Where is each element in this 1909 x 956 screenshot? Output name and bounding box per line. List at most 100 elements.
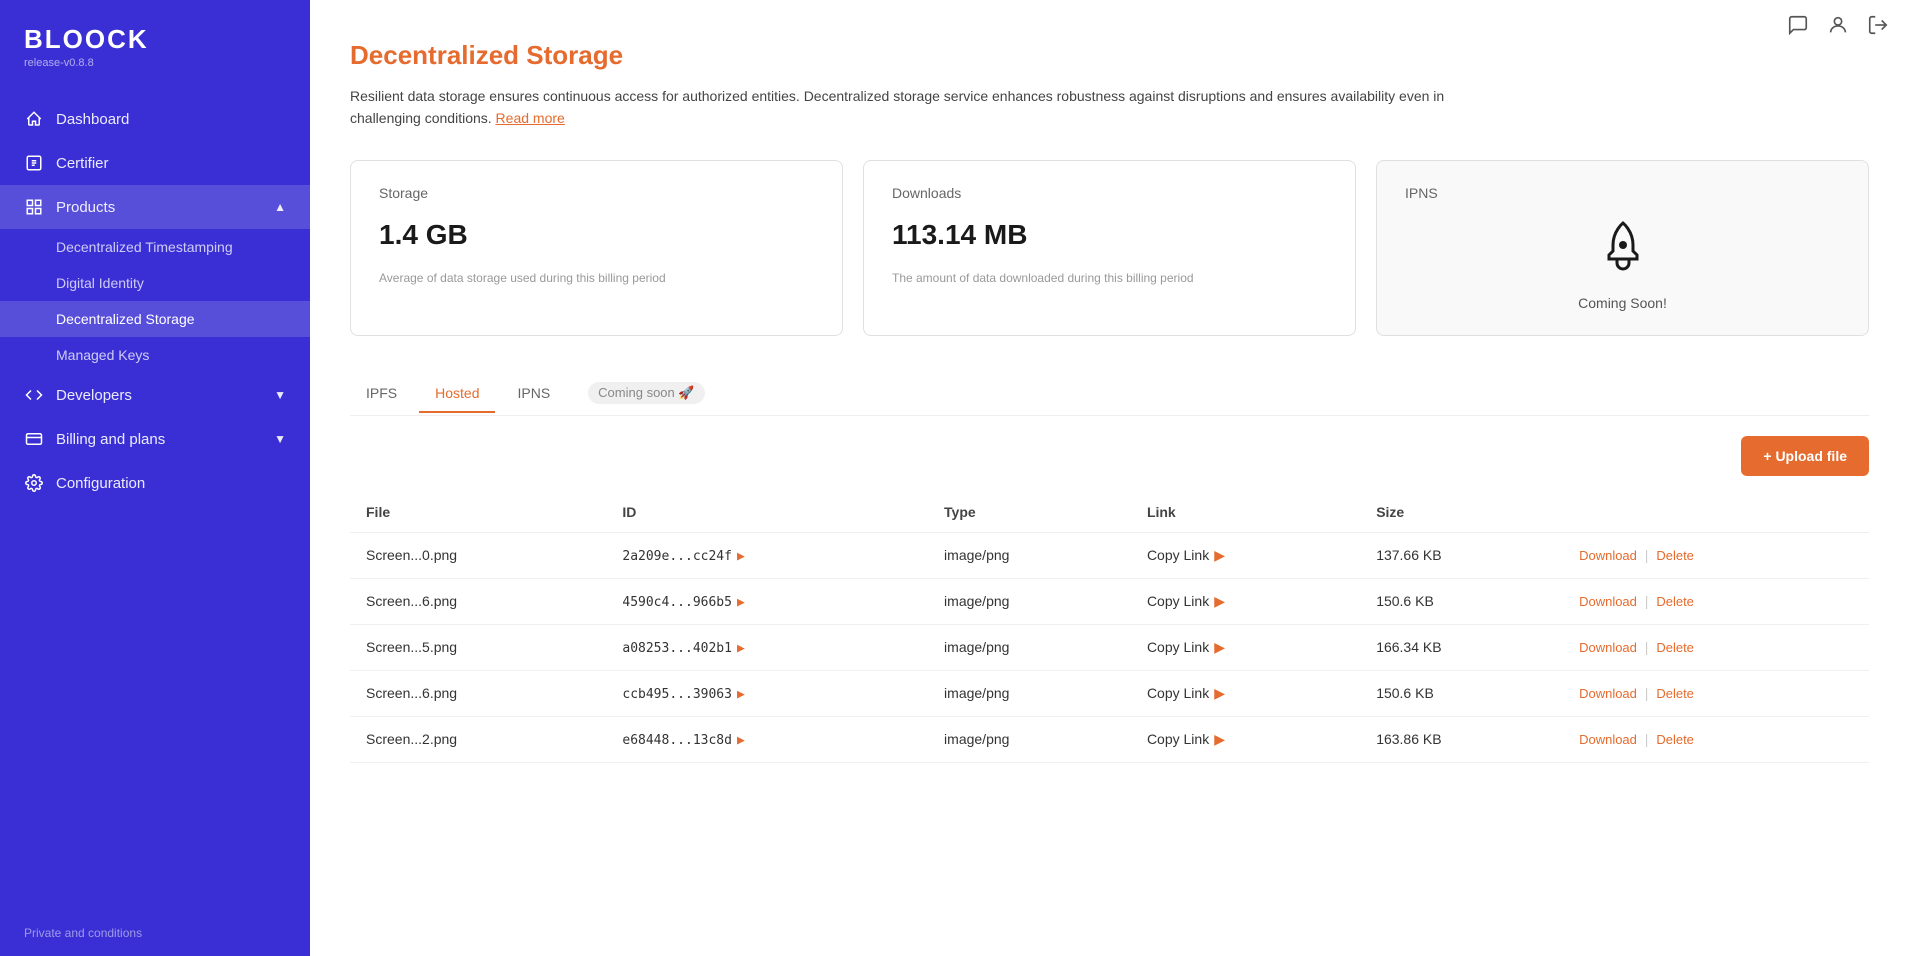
copy-icon-small[interactable]: ▶ [737, 595, 745, 610]
cell-size: 166.34 KB [1360, 624, 1563, 670]
cell-id: 4590c4...966b5 ▶ [606, 578, 928, 624]
cell-id: e68448...13c8d ▶ [606, 716, 928, 762]
cell-type: image/png [928, 532, 1131, 578]
cell-link: Copy Link ▶ [1131, 578, 1360, 624]
logout-button[interactable] [1867, 14, 1889, 36]
delete-link[interactable]: Delete [1656, 732, 1694, 747]
ipns-label: IPNS [1405, 185, 1438, 201]
copy-icon-small[interactable]: ▶ [737, 641, 745, 656]
app-version: release-v0.8.8 [24, 57, 286, 69]
col-actions [1563, 492, 1869, 533]
coming-soon-text: Coming Soon! [1578, 295, 1667, 311]
cell-id: ccb495...39063 ▶ [606, 670, 928, 716]
table-row: Screen...6.png ccb495...39063 ▶ image/pn… [350, 670, 1869, 716]
cell-file: Screen...6.png [350, 578, 606, 624]
cell-size: 150.6 KB [1360, 670, 1563, 716]
header-icons [1787, 14, 1889, 36]
sidebar-item-certifier[interactable]: Certifier [0, 141, 310, 185]
sidebar-item-billing[interactable]: Billing and plans ▼ [0, 417, 310, 461]
products-chevron-icon: ▲ [274, 200, 286, 214]
cell-type: image/png [928, 578, 1131, 624]
sidebar-item-managed-keys-label: Managed Keys [56, 347, 149, 363]
tabs-row: IPFS Hosted IPNS Coming soon 🚀 [350, 372, 1869, 416]
sidebar-item-configuration-label: Configuration [56, 475, 145, 492]
sidebar-navigation: Dashboard Certifier Products ▲ Decentral… [0, 97, 310, 910]
grid-icon [24, 197, 44, 217]
sidebar-item-products-label: Products [56, 199, 115, 216]
cell-link: Copy Link ▶ [1131, 670, 1360, 716]
rocket-icon [1599, 219, 1647, 285]
delete-link[interactable]: Delete [1656, 686, 1694, 701]
sidebar-item-billing-label: Billing and plans [56, 431, 165, 448]
col-type: Type [928, 492, 1131, 533]
copy-icon-small[interactable]: ▶ [737, 549, 745, 564]
copy-link-icon: ▶ [1214, 685, 1225, 702]
message-button[interactable] [1787, 14, 1809, 36]
sidebar-logo: BLOOCK release-v0.8.8 [0, 0, 310, 77]
sidebar-item-developers-label: Developers [56, 387, 132, 404]
products-submenu: Decentralized Timestamping Digital Ident… [0, 229, 310, 373]
file-table: File ID Type Link Size Screen...0.png 2a… [350, 492, 1869, 763]
delete-link[interactable]: Delete [1656, 640, 1694, 655]
sidebar-item-configuration[interactable]: Configuration [0, 461, 310, 505]
sidebar-item-digital-identity[interactable]: Digital Identity [0, 265, 310, 301]
certifier-icon [24, 153, 44, 173]
download-link[interactable]: Download [1579, 594, 1637, 609]
sidebar-footer[interactable]: Private and conditions [0, 910, 310, 956]
cell-type: image/png [928, 670, 1131, 716]
downloads-value: 113.14 MB [892, 219, 1327, 251]
download-link[interactable]: Download [1579, 732, 1637, 747]
sidebar-item-decentralized-storage[interactable]: Decentralized Storage [0, 301, 310, 337]
ipns-card: IPNS Coming Soon! [1376, 160, 1869, 336]
sidebar-item-products[interactable]: Products ▲ [0, 185, 310, 229]
cell-id: 2a209e...cc24f ▶ [606, 532, 928, 578]
storage-card: Storage 1.4 GB Average of data storage u… [350, 160, 843, 336]
cell-actions: Download | Delete [1563, 624, 1869, 670]
cell-file: Screen...2.png [350, 716, 606, 762]
table-row: Screen...0.png 2a209e...cc24f ▶ image/pn… [350, 532, 1869, 578]
cell-size: 163.86 KB [1360, 716, 1563, 762]
copy-link-icon: ▶ [1214, 639, 1225, 656]
storage-label: Storage [379, 185, 814, 201]
read-more-link[interactable]: Read more [496, 110, 565, 126]
sidebar-item-developers[interactable]: Developers ▼ [0, 373, 310, 417]
storage-value: 1.4 GB [379, 219, 814, 251]
home-icon [24, 109, 44, 129]
developers-chevron-icon: ▼ [274, 388, 286, 402]
sidebar-item-managed-keys[interactable]: Managed Keys [0, 337, 310, 373]
cell-file: Screen...5.png [350, 624, 606, 670]
downloads-label: Downloads [892, 185, 1327, 201]
download-link[interactable]: Download [1579, 640, 1637, 655]
sidebar: BLOOCK release-v0.8.8 Dashboard Certifie… [0, 0, 310, 956]
downloads-card: Downloads 113.14 MB The amount of data d… [863, 160, 1356, 336]
sidebar-item-certifier-label: Certifier [56, 155, 109, 172]
page-title: Decentralized Storage [350, 40, 1869, 71]
cell-size: 137.66 KB [1360, 532, 1563, 578]
copy-icon-small[interactable]: ▶ [737, 733, 745, 748]
tab-coming-soon[interactable]: Coming soon 🚀 [572, 372, 720, 416]
cell-file: Screen...6.png [350, 670, 606, 716]
download-link[interactable]: Download [1579, 686, 1637, 701]
download-link[interactable]: Download [1579, 548, 1637, 563]
cell-link: Copy Link ▶ [1131, 624, 1360, 670]
tab-hosted[interactable]: Hosted [419, 375, 495, 413]
copy-icon-small[interactable]: ▶ [737, 687, 745, 702]
sidebar-item-dashboard[interactable]: Dashboard [0, 97, 310, 141]
delete-link[interactable]: Delete [1656, 548, 1694, 563]
sidebar-item-decentralized-timestamping[interactable]: Decentralized Timestamping [0, 229, 310, 265]
tab-ipns[interactable]: IPNS [501, 375, 566, 413]
storage-description: Average of data storage used during this… [379, 271, 814, 285]
user-button[interactable] [1827, 14, 1849, 36]
cell-size: 150.6 KB [1360, 578, 1563, 624]
cell-actions: Download | Delete [1563, 578, 1869, 624]
cell-file: Screen...0.png [350, 532, 606, 578]
col-link: Link [1131, 492, 1360, 533]
delete-link[interactable]: Delete [1656, 594, 1694, 609]
copy-link-icon: ▶ [1214, 547, 1225, 564]
copy-link-icon: ▶ [1214, 731, 1225, 748]
stats-row: Storage 1.4 GB Average of data storage u… [350, 160, 1869, 336]
upload-file-button[interactable]: + Upload file [1741, 436, 1869, 476]
page-description: Resilient data storage ensures continuou… [350, 85, 1450, 130]
tab-ipfs[interactable]: IPFS [350, 375, 413, 413]
col-size: Size [1360, 492, 1563, 533]
